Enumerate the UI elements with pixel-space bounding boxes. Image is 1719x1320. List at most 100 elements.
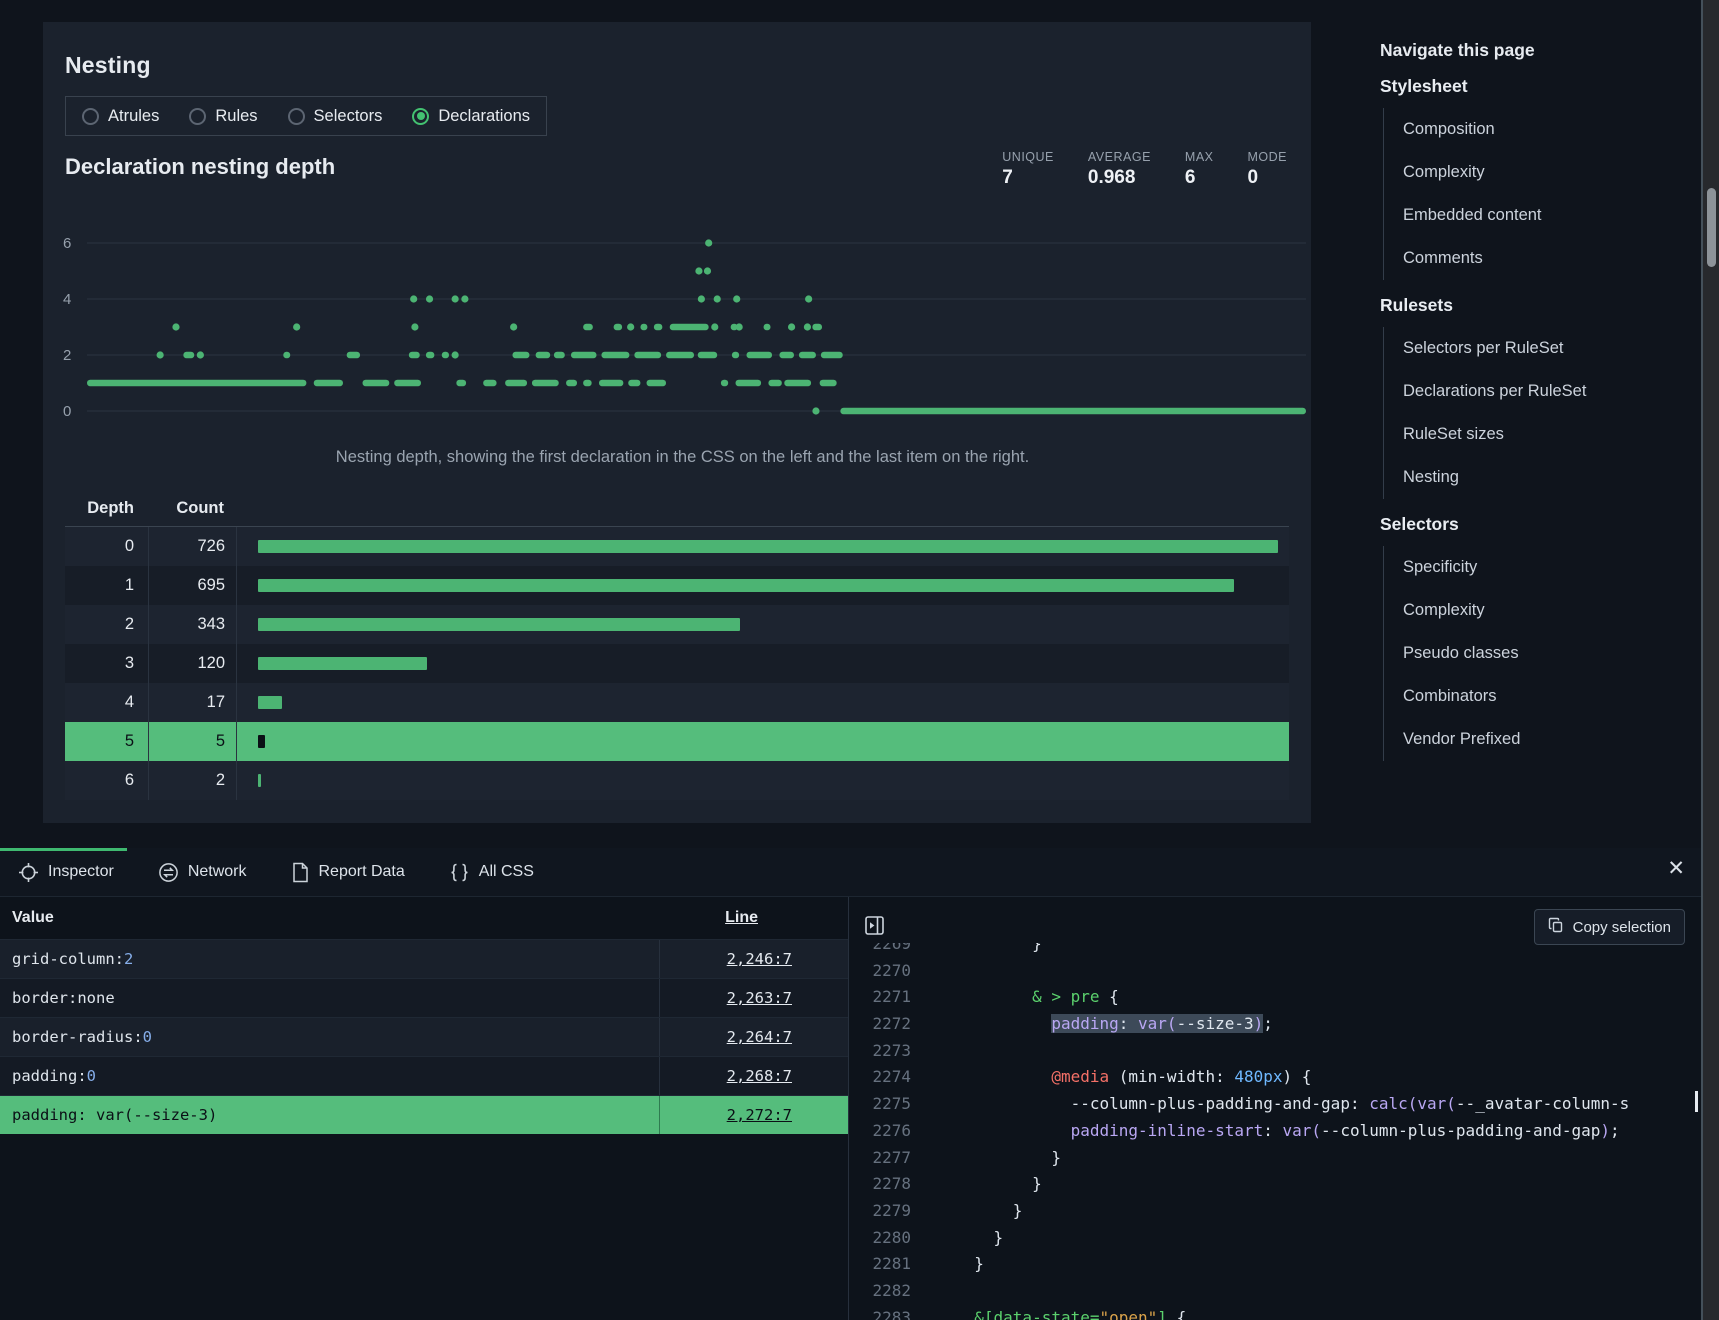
copy-selection-label: Copy selection [1573, 919, 1671, 936]
sidebar-item-specificity[interactable]: Specificity [1384, 546, 1692, 589]
line-link[interactable]: 2,264:7 [727, 1028, 792, 1046]
code-text: } [955, 1225, 1003, 1252]
line-number: 2283 [849, 1305, 911, 1320]
bar-cell [237, 735, 1289, 748]
braces-icon [449, 862, 470, 883]
depth-cell: 2 [65, 605, 149, 644]
bar-cell [237, 540, 1289, 553]
sidebar-item-comments[interactable]: Comments [1384, 237, 1692, 280]
line-number: 2275 [849, 1091, 911, 1118]
table-row[interactable]: 1695 [65, 566, 1289, 605]
radio-atrules[interactable]: Atrules [82, 107, 159, 126]
sidebar-item-vendor-prefixed[interactable]: Vendor Prefixed [1384, 718, 1692, 761]
stat-max: MAX6 [1185, 150, 1214, 189]
active-tab-indicator [0, 848, 127, 851]
depth-cell: 4 [65, 683, 149, 722]
table-row[interactable]: 2343 [65, 605, 1289, 644]
count-bar [258, 579, 1234, 592]
sidebar-item-embedded-content[interactable]: Embedded content [1384, 194, 1692, 237]
line-column-header[interactable]: Line [626, 909, 848, 927]
line-link[interactable]: 2,263:7 [727, 989, 792, 1007]
sidebar-section-rulesets: Rulesets [1380, 295, 1692, 316]
sidebar-item-composition[interactable]: Composition [1384, 108, 1692, 151]
code-line: 2270 [849, 958, 1701, 985]
sidebar-item-complexity[interactable]: Complexity [1384, 151, 1692, 194]
copy-selection-button[interactable]: Copy selection [1534, 909, 1685, 945]
inspector-tab-bar: Inspector Network Report Data All CSS ✕ [0, 848, 1701, 897]
count-cell: 17 [149, 683, 237, 722]
stat-value: 0.968 [1088, 167, 1151, 189]
code-line: 2283 &[data-state="open"] { [849, 1305, 1701, 1320]
sidebar-group-stylesheet: CompositionComplexityEmbedded contentCom… [1383, 108, 1692, 280]
value-row[interactable]: grid-column: 22,246:7 [0, 939, 848, 978]
sidebar-item-nesting[interactable]: Nesting [1384, 456, 1692, 499]
depth-column-header: Depth [65, 499, 134, 518]
code-text: } [955, 943, 1042, 958]
stat-label: MAX [1185, 150, 1214, 164]
radio-declarations[interactable]: Declarations [412, 107, 530, 126]
radio-circle-icon [412, 108, 429, 125]
count-bar [258, 735, 265, 748]
count-cell: 343 [149, 605, 237, 644]
sidebar-item-pseudo-classes[interactable]: Pseudo classes [1384, 632, 1692, 675]
code-line: 2269 } [849, 943, 1701, 958]
line-link[interactable]: 2,246:7 [727, 950, 792, 968]
radio-rules[interactable]: Rules [189, 107, 257, 126]
line-number: 2273 [849, 1038, 911, 1065]
page-title: Nesting [65, 52, 151, 79]
code-text: &[data-state="open"] { [955, 1305, 1186, 1320]
sidebar-item-combinators[interactable]: Combinators [1384, 675, 1692, 718]
line-link[interactable]: 2,272:7 [727, 1106, 792, 1124]
expand-panel-icon[interactable] [865, 916, 884, 940]
value-row[interactable]: border-radius: 02,264:7 [0, 1017, 848, 1056]
depth-cell: 1 [65, 566, 149, 605]
count-bar [258, 774, 261, 787]
sidebar-item-selectors-per-ruleset[interactable]: Selectors per RuleSet [1384, 327, 1692, 370]
value-row[interactable]: padding: 02,268:7 [0, 1056, 848, 1095]
code-line: 2275 --column-plus-padding-and-gap: calc… [849, 1091, 1701, 1118]
stat-label: UNIQUE [1002, 150, 1054, 164]
table-row[interactable]: 55 [65, 722, 1289, 761]
code-line: 2271 & > pre { [849, 984, 1701, 1011]
line-cell: 2,268:7 [659, 1057, 848, 1095]
stat-label: MODE [1248, 150, 1288, 164]
code-text: & > pre { [955, 984, 1119, 1011]
page-scrollbar-thumb[interactable] [1707, 188, 1716, 267]
sidebar-section-stylesheet: Stylesheet [1380, 76, 1692, 97]
network-icon [158, 862, 179, 883]
close-icon[interactable]: ✕ [1667, 858, 1685, 879]
sidebar-item-declarations-per-ruleset[interactable]: Declarations per RuleSet [1384, 370, 1692, 413]
value-row[interactable]: border: none2,263:7 [0, 978, 848, 1017]
code-text: } [955, 1198, 1022, 1225]
code-line: 2278 } [849, 1171, 1701, 1198]
table-row[interactable]: 62 [65, 761, 1289, 800]
sidebar-section-selectors: Selectors [1380, 514, 1692, 535]
chart-stats: UNIQUE7AVERAGE0.968MAX6MODE0 [1002, 150, 1287, 189]
sidebar-item-complexity[interactable]: Complexity [1384, 589, 1692, 632]
line-number: 2274 [849, 1064, 911, 1091]
table-row[interactable]: 3120 [65, 644, 1289, 683]
code-line: 2272 padding: var(--size-3); [849, 1011, 1701, 1038]
value-table-header: Value Line [0, 897, 848, 939]
radio-selectors[interactable]: Selectors [288, 107, 383, 126]
page-scrollbar-track[interactable] [1701, 0, 1719, 1320]
nesting-panel: Nesting Atrules Rules Selectors Declaration… [43, 22, 1311, 823]
tab-all-css[interactable]: All CSS [449, 862, 534, 883]
depth-cell: 6 [65, 761, 149, 800]
sidebar-item-ruleset-sizes[interactable]: RuleSet sizes [1384, 413, 1692, 456]
count-bar [258, 657, 427, 670]
svg-text:6: 6 [63, 235, 71, 252]
line-link[interactable]: 2,268:7 [727, 1067, 792, 1085]
value-row[interactable]: padding: var(--size-3)2,272:7 [0, 1095, 848, 1134]
tab-network[interactable]: Network [158, 862, 247, 883]
code-line: 2282 [849, 1278, 1701, 1305]
bar-cell [237, 618, 1289, 631]
code-scroll-area[interactable]: 2269 }22702271 & > pre {2272 padding: va… [849, 943, 1701, 1320]
radio-label: Rules [215, 107, 257, 126]
chart-heading: Declaration nesting depth [65, 154, 335, 180]
tab-report-data[interactable]: Report Data [291, 862, 405, 883]
table-row[interactable]: 0726 [65, 527, 1289, 566]
table-row[interactable]: 417 [65, 683, 1289, 722]
tab-inspector[interactable]: Inspector [18, 862, 114, 883]
depth-count-table: Depth Count 07261695234331204175562 [65, 490, 1289, 800]
